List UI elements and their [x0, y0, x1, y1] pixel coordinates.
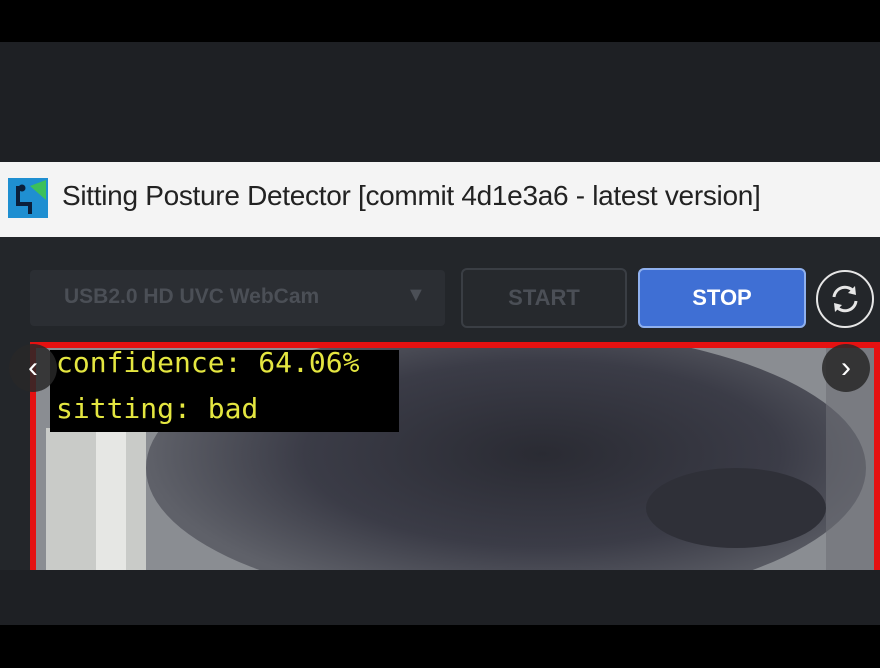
- chevron-left-icon: ‹: [28, 351, 38, 384]
- bottom-black-bar: [0, 625, 880, 668]
- stop-button[interactable]: STOP: [638, 268, 806, 328]
- refresh-icon: [832, 285, 858, 313]
- confidence-label: confidence: 64.06%: [56, 346, 360, 379]
- posture-status-label: sitting: bad: [56, 392, 259, 425]
- chevron-down-icon[interactable]: ▼: [406, 284, 426, 307]
- camera-select-value[interactable]: USB2.0 HD UVC WebCam: [64, 285, 319, 309]
- upper-dark-area: [0, 42, 880, 162]
- window-title: Sitting Posture Detector [commit 4d1e3a6…: [62, 180, 761, 211]
- chevron-right-icon: ›: [841, 351, 851, 384]
- start-button[interactable]: START: [461, 268, 627, 328]
- previous-image-button[interactable]: ‹: [9, 344, 57, 392]
- lower-dark-area: [0, 570, 880, 625]
- top-black-bar: [0, 0, 880, 42]
- next-image-button[interactable]: ›: [822, 344, 870, 392]
- refresh-button[interactable]: [816, 270, 874, 328]
- posture-app-icon: [8, 178, 48, 218]
